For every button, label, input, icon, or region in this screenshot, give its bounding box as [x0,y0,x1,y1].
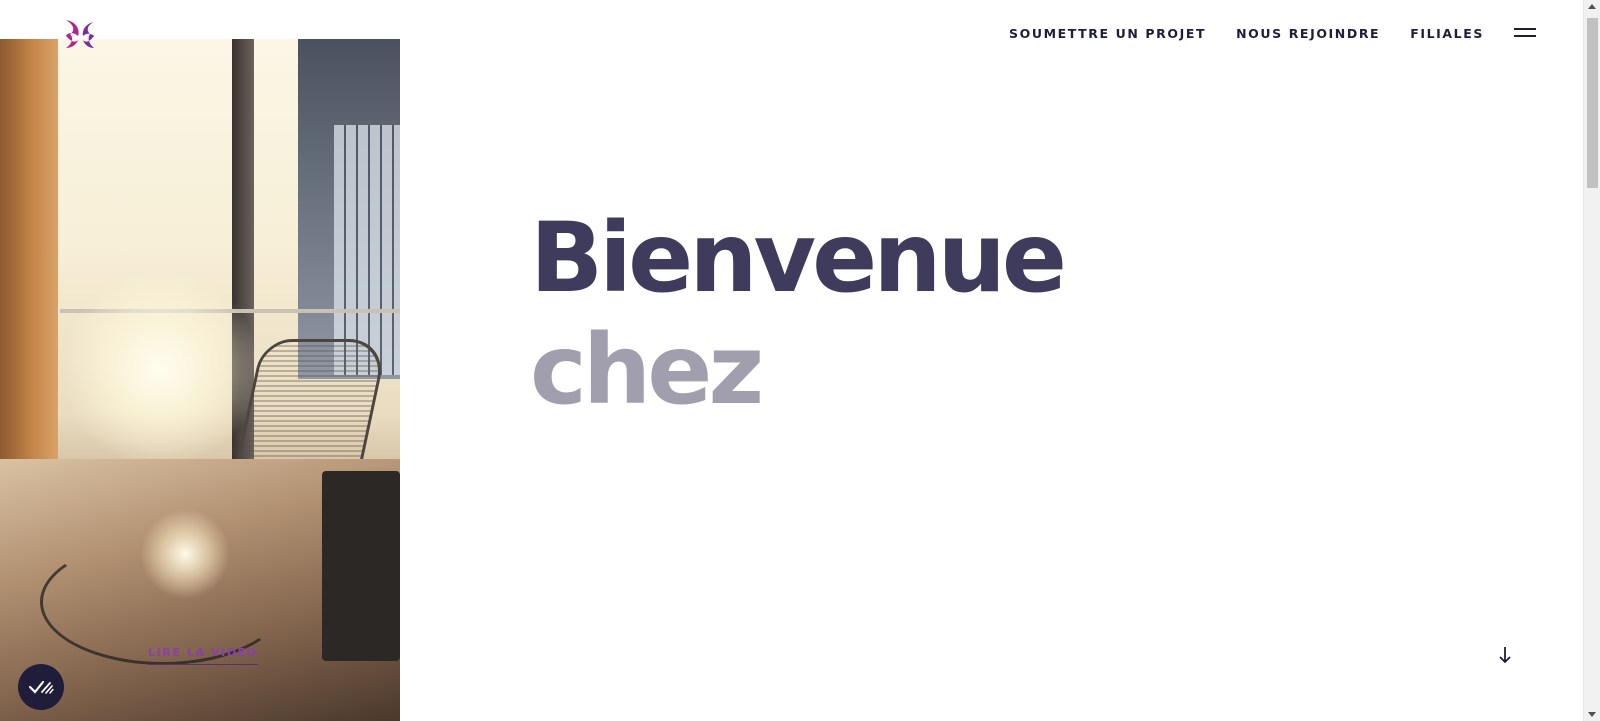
hamburger-menu-icon[interactable] [1514,28,1536,42]
hero-title: Bienvenue chez [530,202,1067,426]
scroll-up-arrow-icon[interactable] [1588,4,1596,9]
butterfly-logo-icon [66,20,94,48]
cookie-consent-icon [28,680,54,694]
logo[interactable] [64,18,96,50]
nav-subsidiaries[interactable]: FILIALES [1410,26,1484,41]
scrollbar-thumb[interactable] [1587,18,1598,188]
nav-join-us[interactable]: NOUS REJOINDRE [1236,26,1380,41]
play-video-link[interactable]: LIRE LA VIDÉO [148,646,258,665]
hero-office-photo [0,39,400,721]
page-scrollbar[interactable] [1583,0,1600,721]
cookie-consent-button[interactable] [18,664,64,710]
arrow-down-icon[interactable] [1498,646,1512,664]
hero-title-line2: chez [530,314,764,426]
nav-submit-project[interactable]: SOUMETTRE UN PROJET [1009,26,1206,41]
top-navigation: SOUMETTRE UN PROJET NOUS REJOINDRE FILIA… [1009,26,1484,41]
scroll-down-arrow-icon[interactable] [1588,712,1596,717]
hero-title-line1: Bienvenue [530,202,1067,314]
